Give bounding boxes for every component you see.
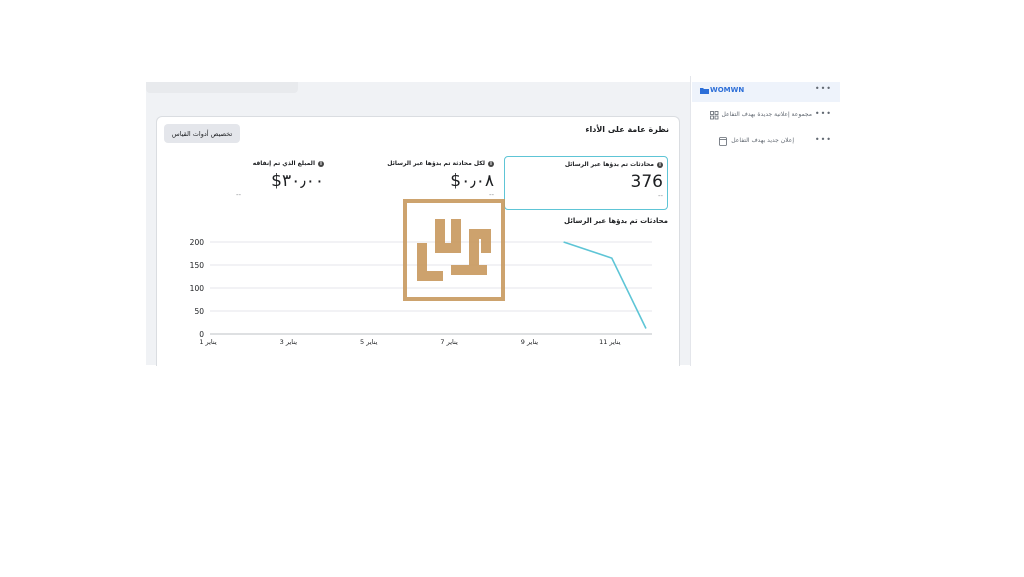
- metric-compare: --: [488, 191, 494, 199]
- y-tick-label: 150: [190, 261, 205, 270]
- metric-card-conversations[interactable]: محادثات تم بدؤها عبر الرسائل i 376 --: [504, 156, 668, 210]
- metric-label: لكل محادثة تم بدؤها عبر الرسائل: [387, 160, 485, 167]
- x-tick-label: 9 يناير: [521, 338, 539, 346]
- y-axis: 050100150200: [190, 238, 205, 339]
- grid-icon: [710, 111, 719, 120]
- info-icon[interactable]: i: [318, 160, 324, 167]
- ad-icon: [719, 137, 727, 146]
- metric-compare: --: [236, 191, 242, 199]
- folder-icon: [700, 88, 709, 94]
- chart-series: [563, 241, 647, 329]
- metric-card-cost-per-conversation[interactable]: لكل محادثة تم بدؤها عبر الرسائل i $٠٫٠٨ …: [380, 160, 494, 204]
- x-tick-label: 1 يناير: [199, 338, 217, 346]
- panel-title: نظرة عامة على الأداء: [585, 125, 669, 134]
- sidebar-ad[interactable]: ••• إعلان جديد بهدف التفاعل: [692, 134, 840, 150]
- x-tick-label: 5 يناير: [360, 338, 378, 346]
- metric-label: محادثات تم بدؤها عبر الرسائل: [564, 161, 654, 168]
- metric-value: $٠٫٠٨: [450, 171, 494, 191]
- y-tick-label: 200: [190, 238, 205, 247]
- x-tick-label: 11 يناير: [599, 338, 621, 346]
- ad-name: إعلان جديد بهدف التفاعل: [731, 137, 794, 144]
- info-icon[interactable]: i: [488, 160, 494, 167]
- more-icon[interactable]: •••: [815, 109, 832, 118]
- series-line: [563, 241, 647, 329]
- metric-value: $٣٠٫٠٠: [271, 171, 324, 191]
- sidebar-campaign[interactable]: WOMWN •••: [692, 82, 840, 102]
- info-icon[interactable]: i: [657, 161, 663, 168]
- sidebar-adset[interactable]: ••• مجموعة إعلانية جديدة بهدف التفاعل: [692, 108, 840, 124]
- x-axis: 1 يناير 3 يناير 5 يناير 7 يناير 9 يناير 11 ين…: [199, 338, 620, 346]
- metric-value: 376: [630, 172, 663, 192]
- campaign-name: WOMWN: [710, 86, 745, 94]
- x-tick-label: 7 يناير: [440, 338, 458, 346]
- chart-title: محادثات تم بدؤها عبر الرسائل: [563, 217, 668, 225]
- x-tick-label: 3 يناير: [280, 338, 298, 346]
- more-icon[interactable]: •••: [815, 84, 832, 93]
- metric-compare: --: [657, 192, 663, 200]
- y-tick-label: 100: [190, 284, 205, 293]
- more-icon[interactable]: •••: [815, 135, 832, 144]
- watermark-logo: [403, 199, 505, 301]
- metric-card-amount-spent[interactable]: المبلغ الذي تم إنفاقه i $٣٠٫٠٠ --: [236, 160, 324, 204]
- customize-metrics-button[interactable]: تخصيص أدوات القياس: [164, 124, 240, 143]
- y-tick-label: 50: [194, 307, 204, 316]
- metric-label: المبلغ الذي تم إنفاقه: [252, 160, 315, 167]
- adset-name: مجموعة إعلانية جديدة بهدف التفاعل: [721, 111, 812, 118]
- top-control[interactable]: [146, 82, 298, 93]
